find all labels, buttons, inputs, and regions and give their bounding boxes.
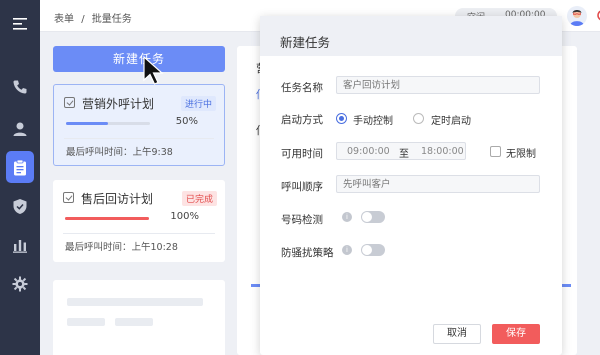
call-order-label: 呼叫顺序 <box>281 181 323 193</box>
start-timed-label[interactable]: 定时启动 <box>431 112 471 127</box>
task-card-marketing[interactable]: 营销外呼计划 进行中 50% 最后呼叫时间：上午9:38 <box>53 84 225 166</box>
unlimited-checkbox[interactable] <box>490 146 501 157</box>
breadcrumb-item-form[interactable]: 表单 <box>54 14 74 25</box>
dialog-title: 新建任务 <box>260 16 562 56</box>
unlimited-label[interactable]: 无限制 <box>506 145 536 160</box>
available-time-label: 可用时间 <box>281 148 323 160</box>
gear-icon[interactable] <box>6 270 34 298</box>
checkbox-icon[interactable] <box>64 97 75 108</box>
task-title: 售后回访计划 <box>81 192 154 206</box>
time-to-word: 至 <box>399 149 409 160</box>
save-button[interactable]: 保存 <box>492 324 540 344</box>
anti-harass-label: 防骚扰策略 <box>281 247 334 259</box>
progress-bar <box>65 217 149 220</box>
start-mode-label: 启动方式 <box>281 114 323 126</box>
divider <box>64 138 214 139</box>
new-task-dialog: 新建任务 任务名称 启动方式 手动控制 定时启动 可用时间 09:00:00 至… <box>260 16 562 355</box>
task-card-aftersales[interactable]: 售后回访计划 已完成 100% 最后呼叫时间：上午10:28 <box>53 180 225 262</box>
divider <box>63 233 215 234</box>
menu-icon[interactable] <box>6 10 34 38</box>
mouse-cursor-icon <box>143 56 164 85</box>
info-icon[interactable]: i <box>342 245 352 255</box>
task-title: 营销外呼计划 <box>82 97 155 111</box>
start-manual-label[interactable]: 手动控制 <box>353 112 393 127</box>
breadcrumb: 表单 / 批量任务 <box>54 10 136 25</box>
loading-placeholder-card <box>53 280 225 355</box>
status-badge: 进行中 <box>180 96 216 111</box>
breadcrumb-separator: / <box>81 14 85 25</box>
sidebar <box>0 0 40 355</box>
start-timed-radio[interactable] <box>413 113 424 124</box>
bar-chart-icon[interactable] <box>6 231 34 259</box>
cancel-button[interactable]: 取消 <box>433 324 481 344</box>
task-name-label: 任务名称 <box>281 82 323 94</box>
info-icon[interactable]: i <box>342 212 352 222</box>
number-check-label: 号码检测 <box>281 214 323 226</box>
time-from: 09:00:00 <box>347 146 390 157</box>
status-badge: 已完成 <box>181 191 217 206</box>
progress-bar <box>66 122 150 125</box>
last-call-time: 最后呼叫时间：上午9:38 <box>66 147 173 158</box>
start-manual-radio[interactable] <box>336 113 347 124</box>
anti-harass-toggle[interactable] <box>361 244 385 256</box>
shield-icon[interactable] <box>6 192 34 220</box>
call-order-select[interactable] <box>336 175 540 193</box>
power-icon[interactable] <box>596 8 600 22</box>
number-check-toggle[interactable] <box>361 211 385 223</box>
breadcrumb-item-batch-tasks: 批量任务 <box>91 14 132 25</box>
progress-percent: 50% <box>175 116 198 127</box>
user-icon[interactable] <box>6 115 34 143</box>
progress-percent: 100% <box>170 211 199 222</box>
avatar[interactable] <box>567 6 587 26</box>
available-time-range[interactable]: 09:00:00 至 18:00:00 <box>336 142 466 160</box>
task-name-input[interactable] <box>336 76 540 94</box>
time-to: 18:00:00 <box>421 146 464 157</box>
checkbox-icon[interactable] <box>63 192 74 203</box>
new-task-button[interactable]: 新建任务 <box>53 46 225 72</box>
phone-icon[interactable] <box>6 73 34 101</box>
last-call-time: 最后呼叫时间：上午10:28 <box>65 242 178 253</box>
clipboard-icon[interactable] <box>6 151 34 183</box>
